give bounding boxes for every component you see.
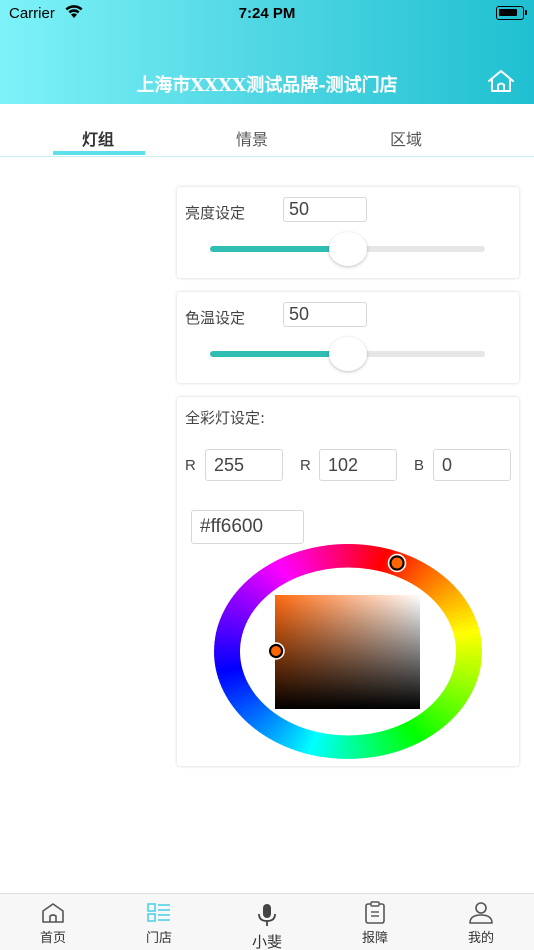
saturation-square-shade bbox=[275, 595, 420, 709]
brightness-label: 亮度设定 bbox=[185, 204, 246, 222]
nav-report[interactable]: 报障 bbox=[340, 894, 410, 950]
status-bar: Carrier 7:24 PM bbox=[0, 0, 534, 28]
nav-profile-label: 我的 bbox=[467, 931, 494, 946]
hue-handle[interactable] bbox=[389, 555, 405, 571]
nav-voice[interactable]: 小斐 bbox=[232, 894, 302, 950]
color-picker-handle[interactable] bbox=[269, 644, 283, 658]
user-icon bbox=[469, 902, 493, 924]
brightness-slider-fill bbox=[210, 246, 348, 252]
page-title: 上海市XXXX测试品牌-测试门店 bbox=[136, 75, 398, 96]
brightness-input[interactable]: 50 bbox=[283, 197, 367, 222]
nav-report-label: 报障 bbox=[361, 931, 388, 946]
g-label: R bbox=[300, 457, 311, 474]
tab-light-group[interactable]: 灯组 bbox=[53, 126, 143, 150]
b-input[interactable]: 0 bbox=[433, 449, 511, 481]
brightness-card: 亮度设定 50 bbox=[177, 187, 519, 278]
color-temp-label: 色温设定 bbox=[185, 309, 246, 327]
battery-icon bbox=[496, 6, 527, 20]
full-color-card: 全彩灯设定: R 255 R 102 B 0 #ff6600 bbox=[177, 397, 519, 766]
full-color-label: 全彩灯设定: bbox=[185, 409, 266, 427]
tab-area[interactable]: 区域 bbox=[361, 126, 451, 150]
nav-home-label: 首页 bbox=[39, 931, 66, 946]
brightness-slider[interactable] bbox=[210, 232, 485, 266]
color-temp-input[interactable]: 50 bbox=[283, 302, 367, 327]
color-wheel[interactable] bbox=[214, 544, 482, 759]
report-icon bbox=[365, 901, 385, 924]
brightness-slider-thumb[interactable] bbox=[328, 232, 367, 266]
r-label: R bbox=[185, 457, 196, 474]
color-temp-slider[interactable] bbox=[210, 337, 485, 371]
nav-store-label: 门店 bbox=[145, 931, 172, 946]
home-icon bbox=[42, 903, 64, 923]
home-icon[interactable] bbox=[486, 68, 516, 94]
nav-profile[interactable]: 我的 bbox=[446, 894, 516, 950]
color-temp-slider-fill bbox=[210, 351, 348, 357]
store-list-icon bbox=[147, 903, 170, 922]
color-temp-slider-thumb[interactable] bbox=[328, 337, 367, 371]
r-input[interactable]: 255 bbox=[205, 449, 283, 481]
b-label: B bbox=[414, 457, 425, 474]
g-input[interactable]: 102 bbox=[319, 449, 397, 481]
app-header: Carrier 7:24 PM 上海市XXXX测试品牌-测试门店 bbox=[0, 0, 534, 104]
nav-store[interactable]: 门店 bbox=[124, 894, 194, 950]
bottom-tab-bar: 首页 门店 小斐 报障 我的 bbox=[0, 893, 534, 950]
tab-bar: 灯组 情景 区域 bbox=[0, 104, 534, 157]
clock: 7:24 PM bbox=[238, 5, 296, 22]
microphone-icon bbox=[258, 904, 276, 926]
nav-voice-label: 小斐 bbox=[251, 933, 282, 950]
color-temp-card: 色温设定 50 bbox=[177, 292, 519, 383]
active-tab-indicator bbox=[53, 151, 145, 155]
tab-scene[interactable]: 情景 bbox=[207, 126, 297, 150]
hex-color-input[interactable]: #ff6600 bbox=[191, 510, 304, 544]
nav-home[interactable]: 首页 bbox=[18, 894, 88, 950]
